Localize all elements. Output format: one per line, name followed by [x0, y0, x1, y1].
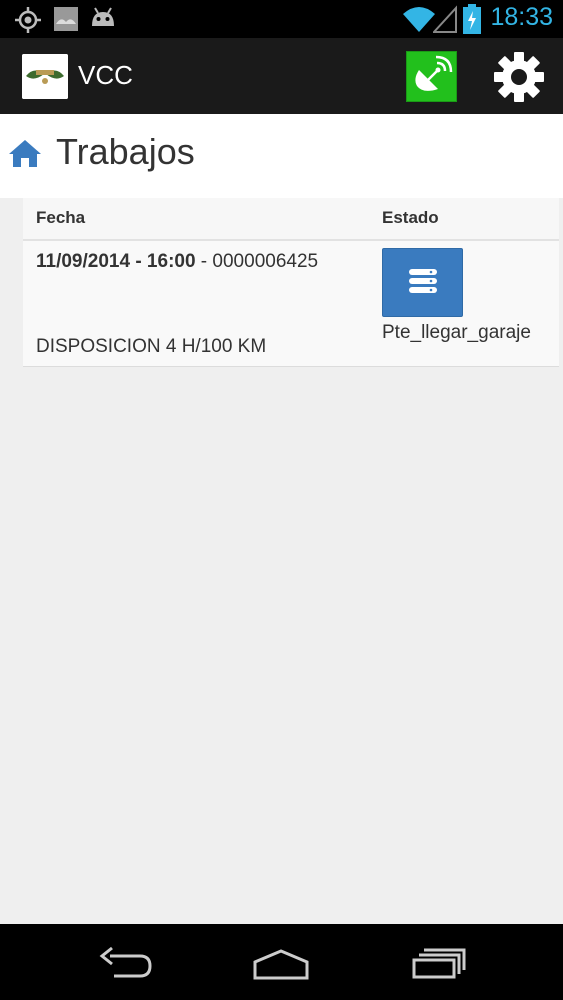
- server-icon: [409, 269, 437, 293]
- job-separator: -: [195, 251, 213, 272]
- state-label: Pte_llegar_garaje: [382, 322, 531, 343]
- jobs-table: Fecha Estado 11/09/2014 - 16:00 - 000000…: [23, 198, 559, 367]
- gps-icon: [14, 6, 42, 38]
- home-icon[interactable]: [8, 138, 42, 172]
- signal-icon: [431, 5, 457, 37]
- page-heading: Trabajos: [0, 114, 563, 198]
- gear-icon[interactable]: [492, 50, 546, 104]
- battery-charging-icon: [463, 4, 481, 38]
- job-code: 0000006425: [212, 251, 319, 272]
- column-header-fecha: Fecha: [36, 208, 86, 227]
- wifi-icon: [403, 5, 435, 37]
- navigation-bar: [0, 924, 563, 1000]
- table-row[interactable]: 11/09/2014 - 16:00 - 0000006425 DISPOSIC…: [23, 241, 559, 367]
- android-icon: [89, 6, 117, 36]
- action-bar: VCC: [0, 38, 563, 114]
- image-icon: [53, 6, 79, 36]
- status-bar: 18:33: [0, 0, 563, 38]
- home-nav-icon[interactable]: [251, 948, 311, 984]
- page-title: Trabajos: [56, 131, 195, 172]
- back-icon[interactable]: [96, 946, 154, 984]
- recent-apps-icon[interactable]: [410, 946, 468, 984]
- column-header-estado: Estado: [382, 208, 439, 227]
- state-button[interactable]: [382, 248, 463, 317]
- status-time: 18:33: [490, 3, 553, 31]
- table-header: Fecha Estado: [23, 198, 559, 241]
- job-date-cell: 11/09/2014 - 16:00 - 0000006425: [36, 251, 318, 273]
- job-description: DISPOSICION 4 H/100 KM: [36, 336, 267, 357]
- main-content: Fecha Estado 11/09/2014 - 16:00 - 000000…: [0, 198, 563, 924]
- app-title: VCC: [78, 60, 133, 90]
- job-date: 11/09/2014 - 16:00: [36, 251, 196, 272]
- satellite-dish-icon[interactable]: [406, 51, 457, 102]
- app-logo-icon[interactable]: [22, 54, 68, 99]
